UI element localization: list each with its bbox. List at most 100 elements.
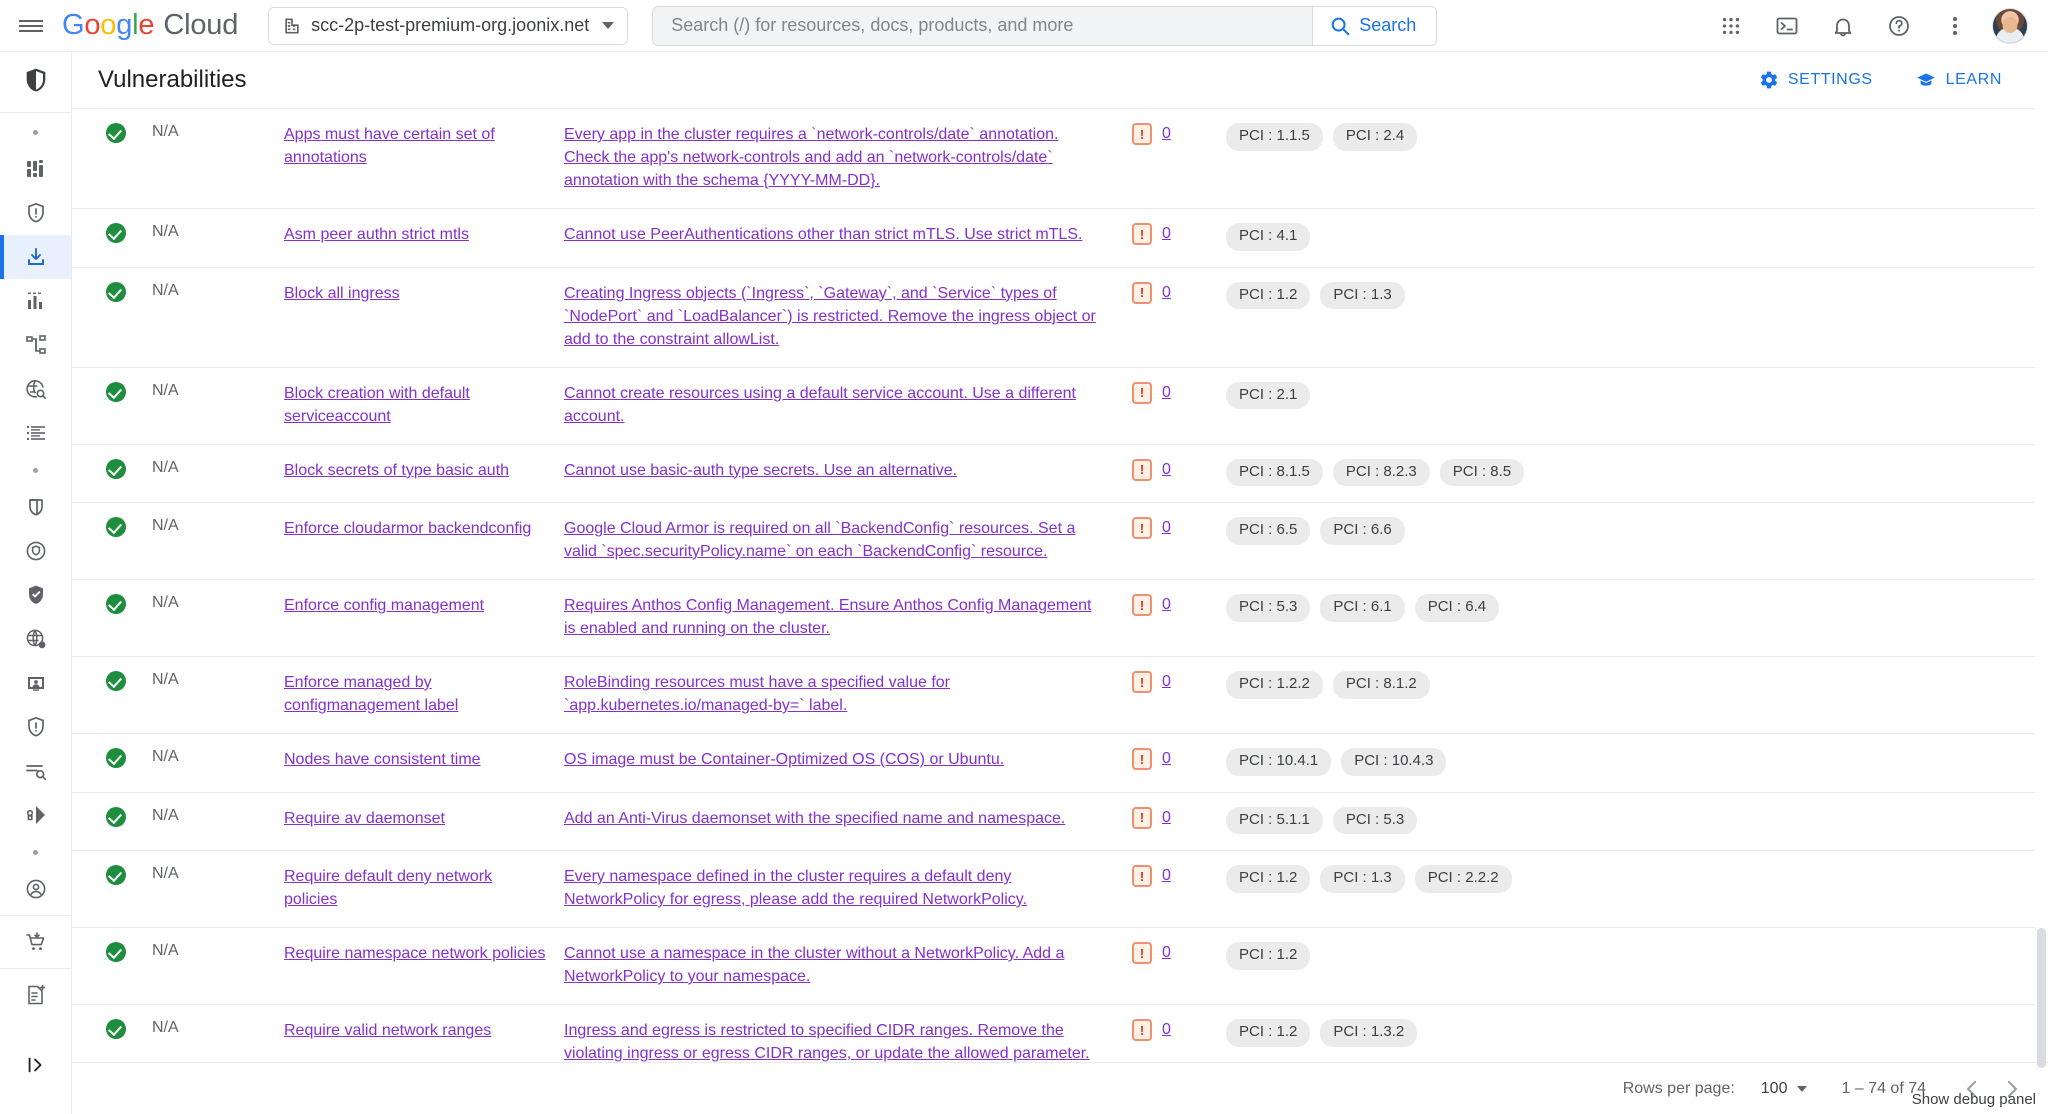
finding-count-link[interactable]: 0 [1162,384,1171,402]
top-app-bar: Google Cloud scc-2p-test-premium-org.joo… [0,0,2048,52]
sidebar-item-account[interactable] [0,867,71,911]
vulnerability-description-link[interactable]: Every namespace defined in the cluster r… [564,868,1027,908]
vulnerability-name-link[interactable]: Require valid network ranges [284,1022,491,1039]
global-search[interactable]: Search [652,5,1438,46]
finding-count-link[interactable]: 0 [1162,519,1171,537]
sidebar-item-web-security-scanner[interactable] [0,617,71,661]
vulnerability-description-link[interactable]: Every app in the cluster requires a `net… [564,126,1058,189]
table-row[interactable]: N/A Nodes have consistent time OS image mu… [72,734,2048,793]
sidebar-item-marketplace[interactable] [0,920,71,964]
table-row[interactable]: N/A Block secrets of type basic auth Canno… [72,444,2048,503]
sidebar-item-security-command-center-logo[interactable] [0,52,71,108]
vulnerability-name-link[interactable]: Block secrets of type basic auth [284,462,509,479]
vulnerability-description-link[interactable]: Cannot use PeerAuthentications other tha… [564,226,1082,243]
previous-page-button[interactable] [1952,1069,1992,1109]
vulnerability-name-link[interactable]: Block creation with default serviceaccou… [284,385,470,425]
table-row[interactable]: N/A Block all ingress Creating Ingress obj… [72,267,2048,367]
table-row[interactable]: N/A Enforce managed by configmanagement l… [72,657,2048,734]
learn-button[interactable]: LEARN [1915,70,2002,90]
sidebar-item-risk-overview[interactable] [0,529,71,573]
search-button[interactable]: Search [1312,6,1437,45]
sidebar-item-security-health[interactable] [0,573,71,617]
table-row[interactable]: N/A Require default deny network policies… [72,851,2048,928]
more-vert-icon[interactable] [1936,7,1974,45]
sidebar-item-query-explorer[interactable] [0,749,71,793]
avatar[interactable] [1992,7,2028,44]
finding-count-link[interactable]: 0 [1162,1021,1171,1039]
vulnerability-name-link[interactable]: Enforce cloudarmor backendconfig [284,520,531,537]
rows-per-page-select[interactable]: 100 [1761,1080,1808,1098]
vulnerability-description-link[interactable]: Ingress and egress is restricted to spec… [564,1022,1090,1062]
vulnerability-name-link[interactable]: Nodes have consistent time [284,751,481,768]
sidebar-item-compliance[interactable] [0,279,71,323]
vulnerability-name-link[interactable]: Apps must have certain set of annotation… [284,126,495,166]
vulnerability-name-link[interactable]: Require default deny network policies [284,868,492,908]
vulnerability-name-link[interactable]: Require av daemonset [284,810,445,827]
notifications-bell-icon[interactable] [1824,7,1862,45]
vulnerability-description-link[interactable]: Cannot create resources using a default … [564,385,1076,425]
row-description-cell: Requires Anthos Config Management. Ensur… [554,580,1114,657]
google-cloud-logo[interactable]: Google Cloud [62,9,238,42]
cloud-shell-icon[interactable] [1768,7,1806,45]
sidebar-item-sources[interactable] [0,411,71,455]
table-row[interactable]: N/A Enforce config management Requires Ant… [72,580,2048,657]
row-status-cell [72,444,144,503]
vulnerability-name-link[interactable]: Block all ingress [284,285,400,302]
row-name-cell: Nodes have consistent time [264,734,554,793]
sidebar-item-expand-rail[interactable] [0,1043,71,1087]
finding-count-link[interactable]: 0 [1162,809,1171,827]
settings-button[interactable]: SETTINGS [1759,70,1873,90]
scrollbar-thumb[interactable] [2037,928,2046,1068]
finding-count-link[interactable]: 0 [1162,461,1171,479]
finding-count-link[interactable]: 0 [1162,284,1171,302]
vulnerability-description-link[interactable]: Google Cloud Armor is required on all `B… [564,520,1075,560]
vulnerability-description-link[interactable]: Cannot use a namespace in the cluster wi… [564,945,1064,985]
sidebar-item-assets[interactable] [0,323,71,367]
table-row[interactable]: N/A Apps must have certain set of annotat… [72,108,2048,209]
next-page-button[interactable] [1992,1069,2032,1109]
table-row[interactable]: N/A Block creation with default serviceac… [72,367,2048,444]
sidebar-item-identity[interactable] [0,661,71,705]
finding-count-link[interactable]: 0 [1162,225,1171,243]
vulnerability-name-link[interactable]: Enforce config management [284,597,484,614]
table-row[interactable]: N/A Require namespace network policies Can… [72,928,2048,1005]
table-row[interactable]: N/A Enforce cloudarmor backendconfig Googl… [72,503,2048,580]
vulnerability-description-link[interactable]: OS image must be Container-Optimized OS … [564,751,1004,768]
vertical-scrollbar[interactable] [2035,108,2048,1068]
vulnerability-description-link[interactable]: Cannot use basic-auth type secrets. Use … [564,462,957,479]
warning-exclamation-icon: ! [1132,381,1152,404]
finding-count-link[interactable]: 0 [1162,944,1171,962]
sidebar-item-dot-3 [0,837,71,867]
shield-icon [22,66,50,94]
finding-count-link[interactable]: 0 [1162,673,1171,691]
vulnerability-description-link[interactable]: Creating Ingress objects (`Ingress`, `Ga… [564,285,1096,348]
sidebar-item-vulnerabilities[interactable] [0,235,71,279]
sidebar-item-attack-paths[interactable] [0,793,71,837]
sidebar-item-threats[interactable] [0,191,71,235]
finding-count-link[interactable]: 0 [1162,596,1171,614]
finding-count-link[interactable]: 0 [1162,750,1171,768]
apps-grid-icon[interactable] [1712,7,1750,45]
vulnerability-name-link[interactable]: Enforce managed by configmanagement labe… [284,674,458,714]
hamburger-icon[interactable] [0,0,62,52]
row-tags-cell: PCI : 1.2.2 PCI : 8.1.2 [1214,657,2048,734]
table-row[interactable]: N/A Asm peer authn strict mtls Cannot use … [72,209,2048,267]
compliance-standard-chip: PCI : 10.4.1 [1226,748,1332,776]
help-question-icon[interactable] [1880,7,1918,45]
vulnerability-description-link[interactable]: RoleBinding resources must have a specif… [564,674,950,714]
organization-scope-picker[interactable]: scc-2p-test-premium-org.joonix.net [268,6,629,45]
vulnerability-description-link[interactable]: Add an Anti-Virus daemonset with the spe… [564,810,1065,827]
sidebar-item-overview[interactable] [0,147,71,191]
sidebar-item-posture[interactable] [0,485,71,529]
search-input[interactable] [653,6,1313,45]
rail-divider-1 [0,112,71,113]
vulnerability-description-link[interactable]: Requires Anthos Config Management. Ensur… [564,597,1091,637]
vulnerability-name-link[interactable]: Asm peer authn strict mtls [284,226,469,243]
vulnerability-name-link[interactable]: Require namespace network policies [284,945,545,962]
sidebar-item-release-notes[interactable] [0,973,71,1017]
table-row[interactable]: N/A Require av daemonset Add an Anti-Virus… [72,792,2048,851]
finding-count-link[interactable]: 0 [1162,867,1171,885]
sidebar-item-alerts[interactable] [0,705,71,749]
sidebar-item-findings[interactable] [0,367,71,411]
finding-count-link[interactable]: 0 [1162,125,1171,143]
